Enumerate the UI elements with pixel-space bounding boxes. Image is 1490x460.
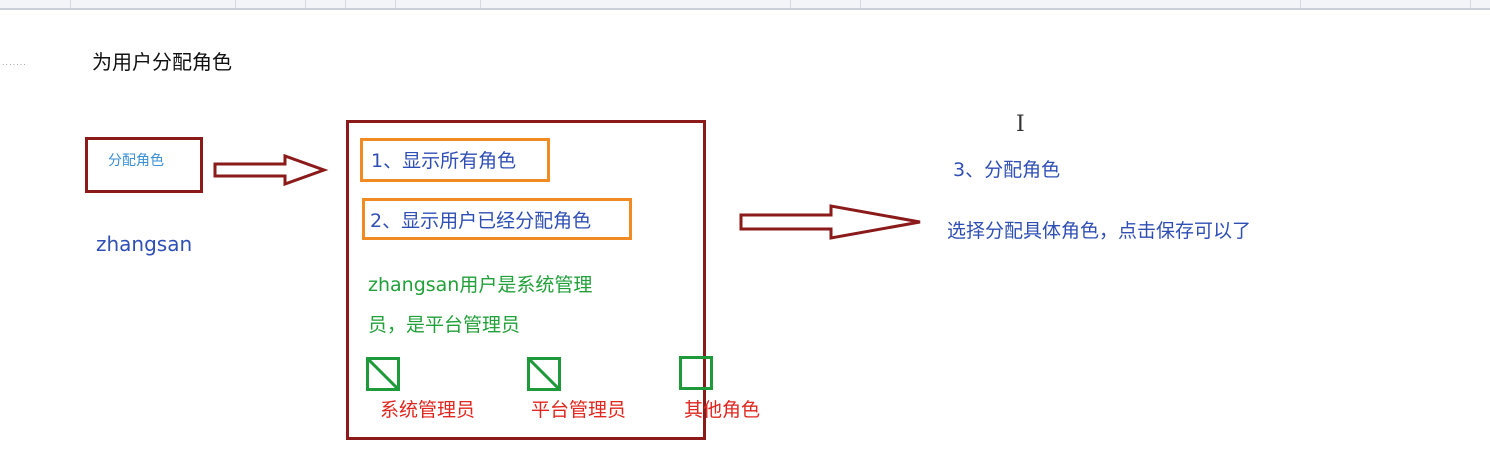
role-checkbox-unchecked bbox=[679, 356, 713, 390]
step3-description: 选择分配具体角色，点击保存可以了 bbox=[947, 220, 1252, 242]
user-roles-note-line1: zhangsan用户是系统管理 bbox=[368, 274, 593, 296]
window-top-strip bbox=[0, 0, 1490, 10]
diagram-title: 为用户分配角色 bbox=[92, 50, 232, 74]
strip-divider bbox=[480, 0, 481, 8]
role-label: 平台管理员 bbox=[531, 399, 627, 421]
strip-divider bbox=[790, 0, 791, 8]
role-checkbox-checked bbox=[527, 357, 561, 391]
text-cursor-icon: I bbox=[1016, 112, 1025, 137]
margin-dots: ....... bbox=[2, 58, 27, 67]
assign-role-button-label: 分配角色 bbox=[108, 153, 164, 169]
strip-divider bbox=[1300, 0, 1301, 8]
assign-role-button-sketch: 分配角色 bbox=[85, 137, 203, 193]
strip-divider bbox=[395, 0, 396, 8]
role-checkbox-checked bbox=[366, 357, 400, 391]
role-label: 其他角色 bbox=[684, 399, 761, 421]
strip-divider bbox=[860, 0, 861, 8]
strip-divider bbox=[70, 0, 71, 8]
step2-text: 2、显示用户已经分配角色 bbox=[370, 210, 592, 232]
arrow-right-icon bbox=[213, 153, 329, 187]
strip-divider bbox=[235, 0, 236, 8]
step3-text: 3、分配角色 bbox=[953, 159, 1061, 181]
role-label: 系统管理员 bbox=[380, 399, 476, 421]
strip-divider bbox=[345, 0, 346, 8]
arrow-right-icon bbox=[739, 204, 921, 240]
strip-divider bbox=[1470, 0, 1471, 8]
strip-divider bbox=[305, 0, 306, 8]
step1-text: 1、显示所有角色 bbox=[371, 150, 517, 172]
username-label: zhangsan bbox=[96, 232, 193, 256]
user-roles-note-line2: 员，是平台管理员 bbox=[368, 314, 521, 336]
